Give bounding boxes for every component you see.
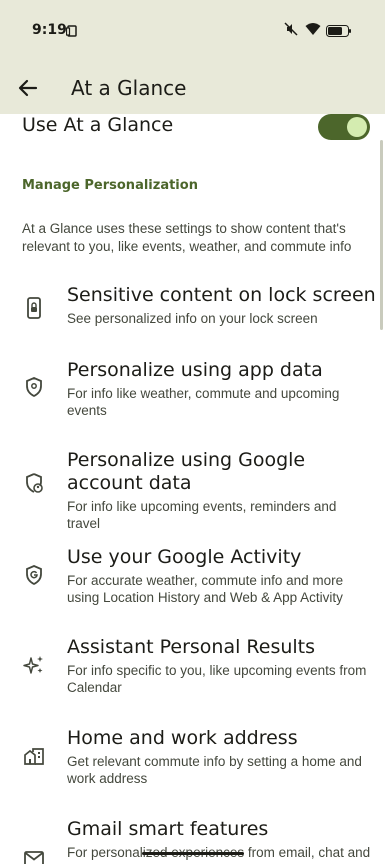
setting-title: Home and work address <box>67 727 298 749</box>
sparkle-icon <box>22 653 46 677</box>
setting-gmail-smart-features[interactable]: Gmail smart features For personalized ex… <box>0 818 385 864</box>
setting-title: Gmail smart features <box>67 818 269 840</box>
back-arrow-icon[interactable] <box>14 74 42 102</box>
setting-subtitle: See personalized info on your lock scree… <box>67 311 318 326</box>
setting-subtitle: Get relevant commute info by setting a h… <box>67 754 362 786</box>
setting-subtitle: For info like upcoming events, reminders… <box>67 499 337 531</box>
shield-icon <box>22 375 46 399</box>
status-time: 9:19 <box>32 22 67 38</box>
mail-icon <box>22 847 46 864</box>
setting-subtitle: For info specific to you, like upcoming … <box>67 663 367 695</box>
settings-content: Use At a Glance Manage Personalization A… <box>0 114 385 864</box>
setting-subtitle: For accurate weather, commute info and m… <box>67 573 344 605</box>
section-header: Manage Personalization <box>22 178 198 193</box>
google-shield-icon <box>22 563 46 587</box>
setting-title: Sensitive content on lock screen <box>67 284 376 306</box>
screenshot-notification-icon <box>65 24 78 42</box>
setting-assistant-results[interactable]: Assistant Personal Results For info spec… <box>0 636 385 716</box>
setting-home-work-address[interactable]: Home and work address Get relevant commu… <box>0 727 385 807</box>
setting-title: Use your Google Activity <box>67 546 302 568</box>
master-switch-toggle[interactable] <box>318 114 370 140</box>
lock-screen-phone-icon <box>22 296 46 320</box>
mute-icon <box>284 22 298 41</box>
page-title: At a Glance <box>71 76 187 100</box>
setting-google-activity[interactable]: Use your Google Activity For accurate we… <box>0 546 385 626</box>
shield-account-icon <box>22 471 46 495</box>
status-bar: 9:19 <box>0 0 385 62</box>
setting-sensitive-content[interactable]: Sensitive content on lock screen See per… <box>0 284 385 354</box>
setting-title: Personalize using app data <box>67 359 323 381</box>
app-bar: At a Glance <box>0 62 385 114</box>
setting-subtitle: For info like weather, commute and upcom… <box>67 386 340 418</box>
setting-app-data[interactable]: Personalize using app data For info like… <box>0 359 385 439</box>
setting-title: Assistant Personal Results <box>67 636 316 658</box>
section-description: At a Glance uses these settings to show … <box>22 221 352 254</box>
wifi-icon <box>305 22 321 41</box>
home-work-icon <box>22 744 46 768</box>
battery-icon <box>326 24 352 42</box>
setting-google-account-data[interactable]: Personalize using Google account data Fo… <box>0 449 385 531</box>
navigation-handle[interactable] <box>142 852 244 855</box>
toggle-knob <box>347 117 367 137</box>
setting-title: Personalize using Google account data <box>67 449 306 494</box>
scrollbar[interactable] <box>380 140 383 330</box>
master-switch-label: Use At a Glance <box>22 114 174 136</box>
